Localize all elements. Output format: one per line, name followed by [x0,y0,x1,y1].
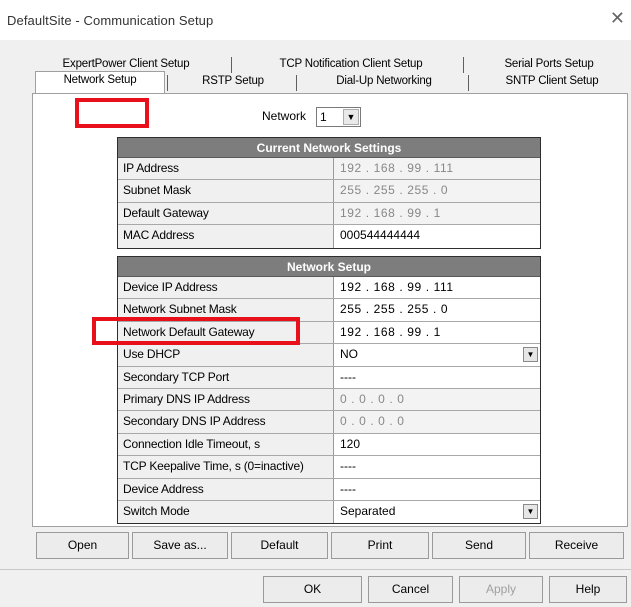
chevron-down-icon[interactable]: ▼ [523,503,538,519]
network-label: Network [262,109,307,123]
tab-sntp-client-setup[interactable]: SNTP Client Setup [494,73,610,91]
network-subnet-mask-field[interactable]: 255 . 255 . 255 . 0 [334,299,540,321]
connection-idle-timeout-field[interactable]: 120 [334,433,540,456]
row-label: Secondary TCP Port [118,366,334,388]
network-default-gateway-field[interactable]: 192 . 168 . 99 . 1 [334,321,540,344]
table-row: Secondary DNS IP Address 0 . 0 . 0 . 0 [118,411,540,434]
tab-separator [463,57,464,73]
current-network-settings-grid: Current Network Settings IP Address 192 … [117,137,541,249]
table-row: Connection Idle Timeout, s 120 [118,433,540,457]
network-select[interactable]: 1 ▼ [316,107,361,127]
table-row: Subnet Mask 255 . 255 . 255 . 0 [118,180,540,203]
row-label: Device IP Address [118,277,334,299]
current-network-settings-header: Current Network Settings [118,138,540,158]
row-label: Connection Idle Timeout, s [118,433,334,456]
open-button[interactable]: Open [36,532,129,559]
row-label: IP Address [118,158,334,180]
switch-mode-value: Separated [340,503,396,518]
help-button[interactable]: Help [549,576,627,603]
table-row: Default Gateway 192 . 168 . 99 . 1 [118,202,540,226]
subnet-mask-value: 255 . 255 . 255 . 0 [334,180,540,202]
tab-separator [468,75,469,91]
ok-button[interactable]: OK [263,576,362,603]
send-button[interactable]: Send [432,532,526,559]
tcp-keepalive-time-field[interactable]: ---- [334,456,540,478]
tab-tcp-notification-client-setup[interactable]: TCP Notification Client Setup [262,56,440,74]
tab-serial-ports-setup[interactable]: Serial Ports Setup [492,56,606,74]
close-icon[interactable]: ✕ [610,9,625,27]
row-label: TCP Keepalive Time, s (0=inactive) [118,456,334,478]
tab-dial-up-networking[interactable]: Dial-Up Networking [322,73,446,91]
tab-network-setup[interactable]: Network Setup [35,71,165,93]
table-row: Use DHCP NO ▼ [118,344,540,367]
use-dhcp-select[interactable]: NO ▼ [334,344,540,366]
default-gateway-value: 192 . 168 . 99 . 1 [334,202,540,225]
table-row: TCP Keepalive Time, s (0=inactive) ---- [118,456,540,479]
chevron-down-icon[interactable]: ▼ [343,109,359,125]
row-label: Use DHCP [118,344,334,366]
table-row: IP Address 192 . 168 . 99 . 111 [118,158,540,181]
secondary-tcp-port-field[interactable]: ---- [334,366,540,388]
receive-button[interactable]: Receive [529,532,624,559]
row-label: Device Address [118,478,334,500]
network-setup-grid: Network Setup Device IP Address 192 . 16… [117,256,541,525]
row-label: Default Gateway [118,202,334,225]
row-label: Subnet Mask [118,180,334,202]
row-label: Primary DNS IP Address [118,388,334,411]
mac-address-value: 000544444444 [334,225,540,248]
highlight-box [75,98,149,128]
chevron-down-icon[interactable]: ▼ [523,347,538,363]
table-row: MAC Address 000544444444 [118,225,540,248]
table-row: Switch Mode Separated ▼ [118,500,540,524]
tab-separator [296,75,297,91]
apply-button: Apply [459,576,543,603]
tab-separator [167,75,168,91]
tab-separator [231,57,232,73]
tab-rstp-setup[interactable]: RSTP Setup [188,73,278,91]
switch-mode-select[interactable]: Separated ▼ [334,500,540,524]
title-bar: DefaultSite - Communication Setup ✕ [0,0,631,40]
device-address-field[interactable]: ---- [334,478,540,500]
primary-dns-ip-field[interactable]: 0 . 0 . 0 . 0 [334,388,540,411]
save-as-button[interactable]: Save as... [132,532,228,559]
table-row: Primary DNS IP Address 0 . 0 . 0 . 0 [118,388,540,412]
ip-address-value: 192 . 168 . 99 . 111 [334,158,540,180]
print-button[interactable]: Print [331,532,429,559]
network-setup-header: Network Setup [118,257,540,277]
table-row: Secondary TCP Port ---- [118,366,540,389]
use-dhcp-value: NO [340,347,358,362]
highlight-box [92,317,300,345]
secondary-dns-ip-field[interactable]: 0 . 0 . 0 . 0 [334,411,540,433]
cancel-button[interactable]: Cancel [368,576,453,603]
default-button[interactable]: Default [231,532,328,559]
table-row: Device IP Address 192 . 168 . 99 . 111 [118,277,540,300]
table-row: Device Address ---- [118,478,540,501]
row-label: Secondary DNS IP Address [118,411,334,433]
device-ip-address-field[interactable]: 192 . 168 . 99 . 111 [334,277,540,299]
network-select-value: 1 [320,110,327,124]
window-title: DefaultSite - Communication Setup [7,13,214,28]
row-label: Switch Mode [118,500,334,524]
row-label: MAC Address [118,225,334,248]
divider [0,569,631,570]
